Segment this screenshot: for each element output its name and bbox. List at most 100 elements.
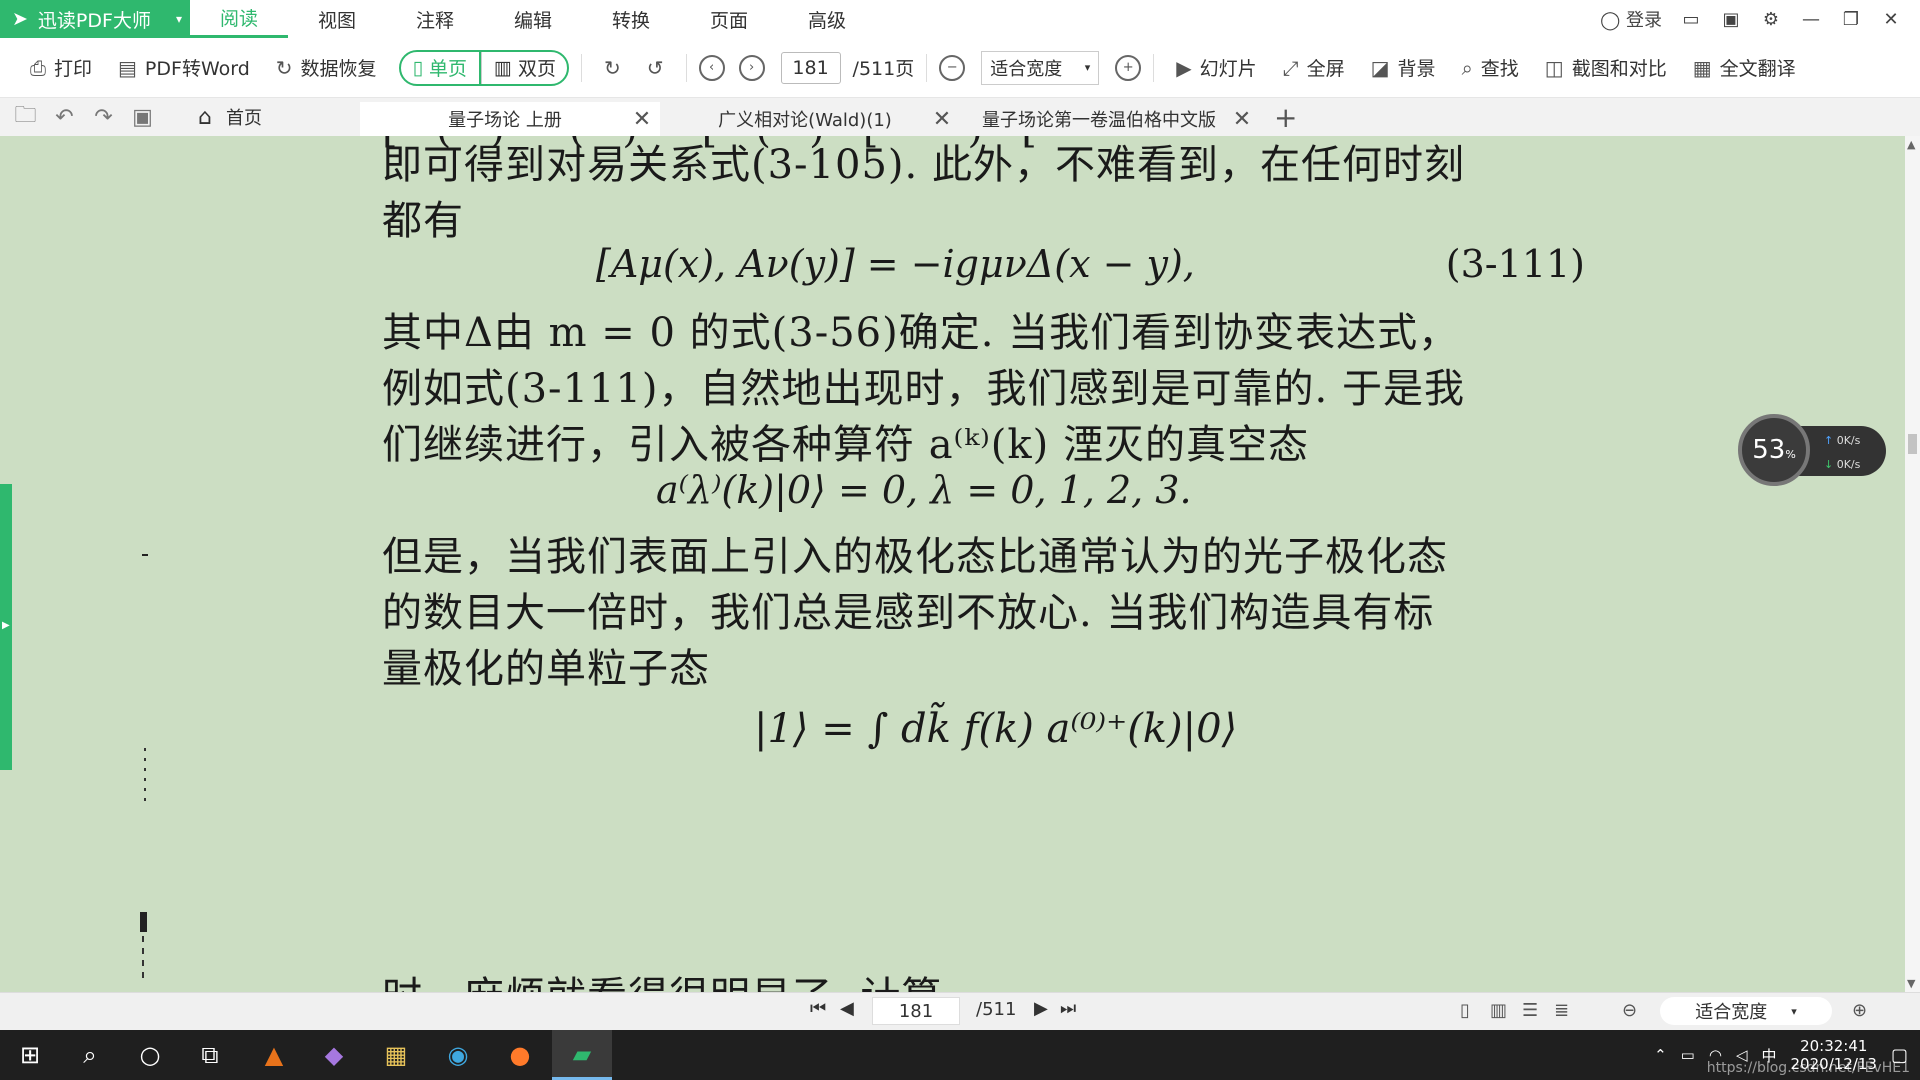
document-view[interactable]: ▶ [ · ( · ) · · ( · ) · · [ · ( · ) · [ … <box>0 136 1905 992</box>
firefox-app[interactable]: ● <box>490 1030 550 1080</box>
compare-button[interactable]: ◫ 截图和对比 <box>1535 50 1677 86</box>
page-mode-toggle: ▯ 单页 ▥ 双页 <box>398 49 570 86</box>
fullscreen-button[interactable]: ⤢ 全屏 <box>1273 50 1355 86</box>
close-tab-icon[interactable]: ✕ <box>630 107 654 132</box>
menu-tab-advanced[interactable]: 高级 <box>778 0 876 38</box>
status-zoom-value: 适合宽度 <box>1695 1002 1768 1023</box>
background-button[interactable]: ◪ 背景 <box>1361 50 1446 86</box>
print-label: 打印 <box>54 58 93 80</box>
zoom-out-button[interactable]: − <box>939 54 966 81</box>
close-tab-icon[interactable]: ✕ <box>1230 107 1254 132</box>
zoom-out-icon[interactable]: ⊖ <box>1622 1000 1637 1021</box>
page-number-input[interactable]: 181 <box>780 51 841 84</box>
menu-tab-annotate[interactable]: 注释 <box>386 0 484 38</box>
equation: |1⟩ = ∫ dk̃ f(k) a⁽⁰⁾⁺(k)|0⟩ <box>754 706 1238 752</box>
login-button[interactable]: ◯ 登录 <box>1600 6 1662 32</box>
tab-home[interactable]: ⌂ 首页 <box>198 104 360 130</box>
first-page-icon[interactable]: ⏮ <box>810 998 826 1019</box>
app-menu-button[interactable]: ➤ 迅读PDF大师 ▾ <box>0 0 190 38</box>
arrow-down-icon: ↓ <box>1824 458 1834 471</box>
view-single-icon[interactable]: ▯ <box>1460 1000 1470 1021</box>
scroll-down-icon[interactable]: ▼ <box>1907 977 1915 990</box>
task-view-icon: ⧉ <box>201 1041 219 1069</box>
pdf-to-word-button[interactable]: ▤ PDF转Word <box>108 50 260 86</box>
recover-label: 数据恢复 <box>300 58 377 80</box>
recover-button[interactable]: ↻ 数据恢复 <box>266 50 387 86</box>
new-tab-button[interactable]: + <box>1274 101 1297 134</box>
search-button[interactable]: ⌕ <box>60 1030 120 1080</box>
chevron-up-icon[interactable]: ⌃ <box>1654 1046 1667 1064</box>
scroll-up-icon[interactable]: ▲ <box>1907 138 1915 151</box>
last-page-icon[interactable]: ⏭ <box>1060 998 1076 1019</box>
divider <box>1153 53 1155 82</box>
single-page-button[interactable]: ▯ 单页 <box>401 51 482 84</box>
visual-studio-app[interactable]: ◆ <box>304 1030 364 1080</box>
menu-tab-edit[interactable]: 编辑 <box>484 0 582 38</box>
status-zoom-select[interactable]: 适合宽度 ▾ <box>1660 997 1832 1025</box>
open-folder-icon[interactable]: 🗀 <box>6 98 45 136</box>
zoom-in-icon[interactable]: ⊕ <box>1852 1000 1867 1021</box>
view-continuous-icon[interactable]: ☰ <box>1522 1000 1538 1021</box>
matlab-app[interactable]: ▲ <box>244 1030 304 1080</box>
translate-button[interactable]: ▦ 全文翻译 <box>1683 50 1806 86</box>
compare-icon: ◫ <box>1544 55 1564 80</box>
text-line: 时，麻烦就看得很明显了. 计算 <box>382 964 942 992</box>
double-page-button[interactable]: ▥ 双页 <box>481 51 568 84</box>
side-panel-toggle[interactable]: ▶ <box>0 484 12 770</box>
close-icon[interactable]: ✕ <box>1880 9 1902 30</box>
windows-taskbar: ⊞ ⌕ ○ ⧉ ▲ ◆ ▦ ◉ ● ▰ ⌃ ▭ ◠ ◁ 中 20:32:41 2… <box>0 1030 1920 1080</box>
margin-mark <box>142 554 148 556</box>
zoom-in-button[interactable]: + <box>1115 54 1142 81</box>
prev-page-icon[interactable]: ◀ <box>840 998 854 1019</box>
find-button[interactable]: ⌕ 查找 <box>1452 50 1529 86</box>
text-line: 们继续进行，引入被各种算符 a⁽ᵏ⁾(k) 湮灭的真空态 <box>382 422 1309 468</box>
margin-mark <box>142 936 144 984</box>
status-bar: ⏮ ◀ 181 /511 ▶ ⏭ ▯ ▥ ☰ ≣ ⊖ 适合宽度 ▾ ⊕ <box>0 992 1920 1030</box>
menu-tab-read[interactable]: 阅读 <box>190 0 288 38</box>
feedback-icon[interactable]: ▭ <box>1680 9 1702 30</box>
menu-tab-view[interactable]: 视图 <box>288 0 386 38</box>
text-line: 的数目大一倍时，我们总是感到不放心. 当我们构造具有标 <box>382 590 1435 636</box>
tab-document[interactable]: 量子场论第一卷温伯格中文版 ✕ <box>960 102 1260 136</box>
zoom-select[interactable]: 适合宽度 ▾ <box>981 50 1100 85</box>
circle-icon: ○ <box>139 1041 161 1069</box>
rotate-ccw-button[interactable]: ↺ <box>637 50 674 86</box>
menu-tab-convert[interactable]: 转换 <box>582 0 680 38</box>
rotate-cw-button[interactable]: ↻ <box>594 50 631 86</box>
settings-icon[interactable]: ⚙ <box>1760 9 1782 30</box>
matlab-icon: ▲ <box>264 1041 284 1069</box>
redo-icon[interactable]: ↷ <box>84 105 123 130</box>
edge-app[interactable]: ◉ <box>428 1030 488 1080</box>
view-scroll-icon[interactable]: ≣ <box>1554 1000 1569 1021</box>
view-double-icon[interactable]: ▥ <box>1490 1000 1507 1021</box>
undo-icon[interactable]: ↶ <box>45 105 84 130</box>
skin-icon[interactable]: ▣ <box>1720 9 1742 30</box>
zoom-value: 适合宽度 <box>990 58 1063 80</box>
text-line: 量极化的单粒子态 <box>382 646 710 692</box>
start-button[interactable]: ⊞ <box>0 1030 60 1080</box>
scrollbar-thumb[interactable] <box>1908 434 1917 454</box>
battery-icon[interactable]: ▭ <box>1681 1046 1695 1064</box>
next-page-button[interactable]: › <box>738 54 765 81</box>
minimize-icon[interactable]: — <box>1800 9 1822 30</box>
menu-tab-page[interactable]: 页面 <box>680 0 778 38</box>
tab-document[interactable]: 广义相对论(Wald)(1) ✕ <box>660 102 960 136</box>
next-page-icon[interactable]: ▶ <box>1034 998 1048 1019</box>
save-icon[interactable]: ▣ <box>123 105 162 130</box>
prev-page-button[interactable]: ‹ <box>698 54 725 81</box>
close-tab-icon[interactable]: ✕ <box>930 107 954 132</box>
pdf-reader-app[interactable]: ▰ <box>552 1030 612 1080</box>
recover-icon: ↻ <box>275 55 293 80</box>
slideshow-button[interactable]: ▶ 幻灯片 <box>1166 50 1266 86</box>
vertical-scrollbar[interactable]: ▲ ▼ <box>1905 136 1920 992</box>
print-button[interactable]: ⎙ 打印 <box>20 50 102 86</box>
cortana-button[interactable]: ○ <box>120 1030 180 1080</box>
task-view-button[interactable]: ⧉ <box>180 1030 240 1080</box>
paint-app[interactable]: ▦ <box>366 1030 426 1080</box>
tab-document[interactable]: 量子场论 上册 ✕ <box>360 102 660 136</box>
download-speed-value: 0K/s <box>1836 458 1861 471</box>
restore-icon[interactable]: ❐ <box>1840 9 1862 30</box>
network-speed-widget[interactable]: 53% ↑ 0K/s ↓ 0K/s <box>1738 414 1886 486</box>
status-page-input[interactable]: 181 <box>872 997 960 1025</box>
edge-icon: ◉ <box>447 1041 469 1069</box>
